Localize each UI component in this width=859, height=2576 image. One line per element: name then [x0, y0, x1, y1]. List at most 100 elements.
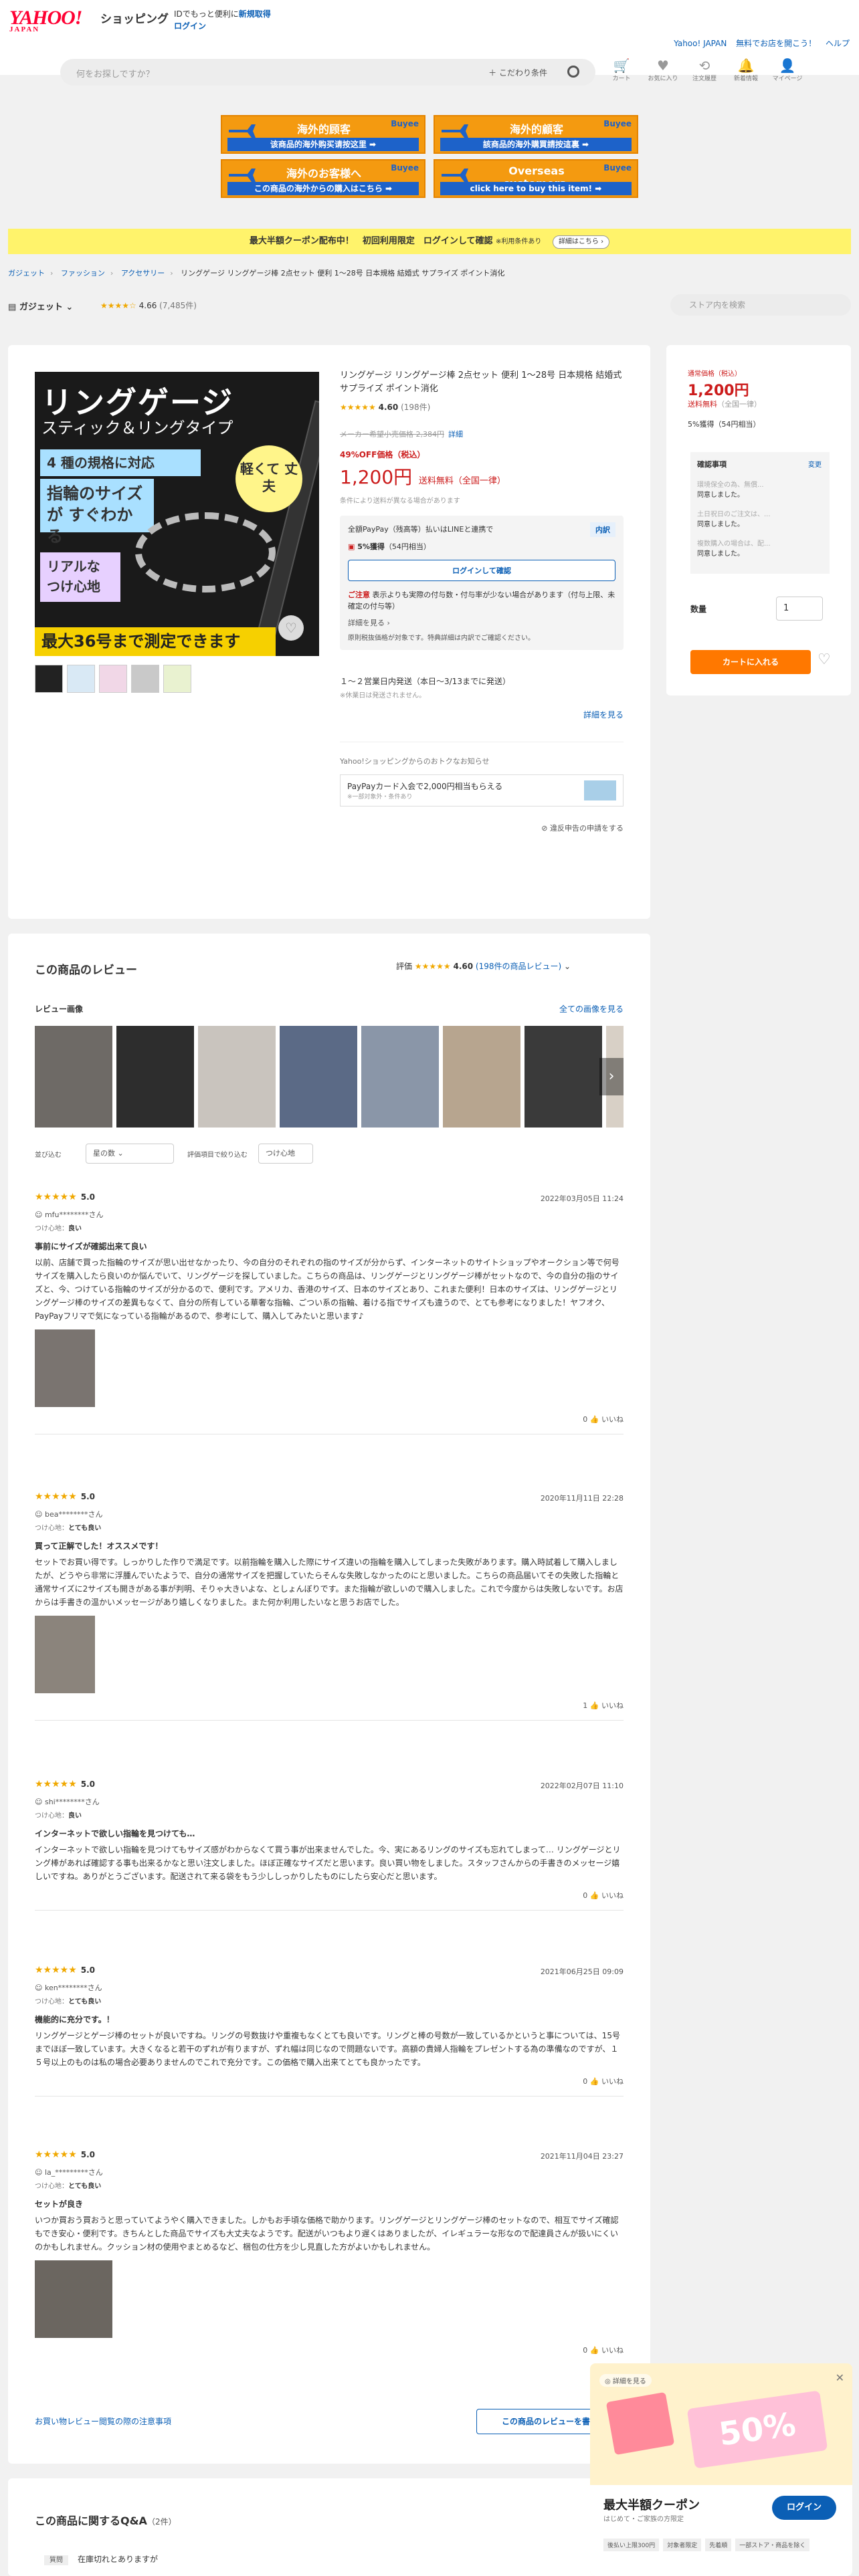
- points-earned: ▣ 5%獲得（54円相当）: [348, 542, 431, 551]
- buyee-banner-cn[interactable]: 海外的顾客 Buyee 该商品的海外购买请按这里 ➡: [221, 115, 425, 154]
- coupon-detail-button[interactable]: 詳細はこちら ›: [552, 235, 610, 249]
- reviewer: ☺ ken********さん: [35, 1983, 102, 1992]
- store-search-input[interactable]: ストア内を検索: [670, 294, 851, 316]
- reviewer: ☺ shi********さん: [35, 1798, 100, 1806]
- shipping-detail-link[interactable]: 詳細を見る: [340, 709, 624, 720]
- popup-login-button[interactable]: ログイン: [772, 2496, 836, 2520]
- user-nav[interactable]: 👤 マイページ: [771, 58, 803, 82]
- airplane-icon: [229, 124, 256, 138]
- review-item: ★★★★★ 5.0 2020年11月11日 22:28 ☺ bea********…: [35, 1491, 624, 1721]
- thumbnail-strip: [35, 665, 191, 693]
- yahoo-logo[interactable]: YAHOO! JAPAN: [9, 7, 82, 33]
- reviewer: ☺ la_*********さん: [35, 2168, 103, 2177]
- coupon-bar[interactable]: 最大半額クーポン配布中！ 初回利用限定 ログインして確認 ※利用条件あり 詳細は…: [8, 229, 851, 254]
- gift-icon: [605, 2391, 675, 2456]
- report-link[interactable]: ⊘ 違反申告の申請をする: [340, 823, 624, 833]
- id-message: IDでもっと便利に新規取得: [174, 9, 271, 19]
- store-name[interactable]: ▤ ガジェット ⌄: [8, 300, 73, 312]
- review-images-label: レビュー画像: [35, 1004, 84, 1014]
- sort-select[interactable]: 星の数 ⌄: [86, 1144, 174, 1164]
- search-input[interactable]: 何をお探しですか？: [76, 67, 155, 80]
- breadcrumb-current: リングゲージ リングゲージ棒 2点セット 便利 1〜28号 日本規格 結婚式 サ…: [181, 269, 505, 278]
- close-icon[interactable]: ✕: [836, 2371, 844, 2384]
- buyee-banner-tw[interactable]: 海外的顧客 Buyee 該商品的海外購買請按這裏 ➡: [434, 115, 638, 154]
- change-confirmation-link[interactable]: 変更: [808, 459, 822, 469]
- buyee-banner-jp[interactable]: 海外のお客様へ Buyee この商品の海外からの購入はこちら ➡: [221, 159, 425, 198]
- favorite-icon: ♥: [657, 58, 669, 74]
- thumbnail[interactable]: [67, 665, 95, 693]
- review-guidelines-link[interactable]: お買い物レビュー閲覧の際の注意事項: [35, 2416, 171, 2427]
- paypay-card-promo[interactable]: PayPayカード入会で2,000円相当もらえる ※一部対象外・条件あり: [340, 774, 624, 807]
- favorite-nav[interactable]: ♥ お気に入り: [647, 58, 679, 82]
- product-main-image[interactable]: リングゲージ スティック＆リングタイプ 4 種の規格に対応 指輪のサイズが すぐ…: [35, 372, 319, 656]
- all-images-link[interactable]: 全ての画像を見る: [559, 1003, 624, 1014]
- review-image[interactable]: [35, 1026, 112, 1128]
- login-confirm-button[interactable]: ログインして確認: [348, 560, 615, 581]
- reviews-score[interactable]: 評価 ★★★★★ 4.60 (198件の商品レビュー) ⌄: [396, 960, 571, 972]
- history-nav[interactable]: ⟲ 注文履歴: [688, 58, 721, 82]
- list-price: メーカー希望小売価格 2,384円 詳細: [340, 430, 463, 439]
- search-condition-button[interactable]: ＋ こだわり条件: [488, 67, 547, 78]
- user-icon: ☺: [35, 1798, 43, 1806]
- coupon-popup: ◎ 詳細を見る ✕ 50% 最大半額クーポン はじめて・ご家族の方限定 ログイン…: [590, 2363, 852, 2576]
- review-image[interactable]: [524, 1026, 602, 1128]
- register-link[interactable]: 新規取得: [239, 9, 271, 19]
- user-icon: 👤: [779, 58, 796, 74]
- like-button[interactable]: 0 👍 いいね: [35, 1414, 624, 1424]
- buyee-banner-en[interactable]: Overseas customers,Buyeeclick here to bu…: [434, 159, 638, 198]
- help-link[interactable]: ヘルプ: [826, 39, 850, 48]
- qa-question[interactable]: 質問 在庫切れとありますが: [44, 2553, 158, 2565]
- purchase-panel: 通常価格（税込） 1,200円 送料無料（全国一律） 5%獲得（54円相当） 確…: [666, 345, 851, 695]
- review-image[interactable]: [280, 1026, 357, 1128]
- open-store-link[interactable]: 無料でお店を開こう！: [736, 39, 816, 48]
- favorite-heart-icon[interactable]: ♡: [278, 615, 304, 641]
- discount-label: 49%OFF価格（税込）: [340, 450, 425, 459]
- points-breakdown-button[interactable]: 内訳: [590, 522, 615, 537]
- header-icon-nav: 🛒 カート ♥ お気に入り ⟲ 注文履歴 🔔 新着情報 👤 マイページ: [605, 58, 803, 82]
- search-icon[interactable]: [567, 66, 579, 78]
- review-photo[interactable]: [35, 1329, 95, 1407]
- shipping-info: １〜２営業日内発送（本日〜3/13までに発送） ※休業日は発送されません。: [340, 677, 510, 700]
- review-image[interactable]: [443, 1026, 520, 1128]
- side-points: 5%獲得（54円相当）: [688, 420, 761, 429]
- chevron-right-icon[interactable]: ›: [599, 1058, 624, 1095]
- review-image[interactable]: [361, 1026, 439, 1128]
- like-button[interactable]: 0 👍 いいね: [35, 1890, 624, 1901]
- store-bar: ▤ ガジェット ⌄ ★★★★☆ 4.66 (7,485件) ストア内を検索: [8, 294, 851, 317]
- review-image[interactable]: [198, 1026, 276, 1128]
- breadcrumb-item[interactable]: ファッション: [61, 269, 105, 278]
- store-rating[interactable]: ★★★★☆ 4.66 (7,485件): [100, 300, 197, 311]
- review-photo[interactable]: [35, 2260, 112, 2338]
- search-bar[interactable]: 何をお探しですか？ ＋ こだわり条件: [60, 59, 595, 86]
- ring-gauge-image: [135, 512, 276, 593]
- yahoo-japan-link[interactable]: Yahoo! JAPAN: [674, 39, 727, 48]
- add-to-cart-button[interactable]: カートに入れる: [690, 650, 811, 674]
- breadcrumb-item[interactable]: ガジェット: [8, 269, 45, 278]
- user-icon: ☺: [35, 1510, 43, 1519]
- user-icon: ☺: [35, 1210, 43, 1219]
- favorite-heart-icon[interactable]: ♡: [818, 651, 831, 668]
- thumbnail[interactable]: [35, 665, 63, 693]
- cart-nav[interactable]: 🛒 カート: [605, 58, 638, 82]
- more-details-link[interactable]: 詳細を見る ›: [348, 617, 615, 628]
- like-button[interactable]: 0 👍 いいね: [35, 2345, 624, 2355]
- chevron-down-icon: ⌄: [564, 962, 571, 971]
- bell-icon: 🔔: [737, 58, 755, 74]
- bell-nav[interactable]: 🔔 新着情報: [730, 58, 762, 82]
- quantity-input[interactable]: 1: [776, 597, 823, 621]
- review-image[interactable]: [116, 1026, 194, 1128]
- login-link[interactable]: ログイン: [174, 20, 206, 31]
- popup-detail-link[interactable]: ◎ 詳細を見る: [599, 2374, 652, 2387]
- product-rating[interactable]: ★★★★★ 4.60 (198件): [340, 401, 624, 413]
- like-button[interactable]: 1 👍 いいね: [35, 1700, 624, 1711]
- breadcrumb-item[interactable]: アクセサリー: [121, 269, 165, 278]
- thumbnail[interactable]: [163, 665, 191, 693]
- list-price-detail-link[interactable]: 詳細: [448, 430, 463, 439]
- airplane-icon: [442, 124, 468, 138]
- like-button[interactable]: 0 👍 いいね: [35, 2076, 624, 2086]
- shopping-title[interactable]: ショッピング: [100, 9, 169, 26]
- thumbnail[interactable]: [131, 665, 159, 693]
- review-photo[interactable]: [35, 1616, 95, 1693]
- thumbnail[interactable]: [99, 665, 127, 693]
- fit-filter-chip[interactable]: つけ心地: [258, 1144, 313, 1164]
